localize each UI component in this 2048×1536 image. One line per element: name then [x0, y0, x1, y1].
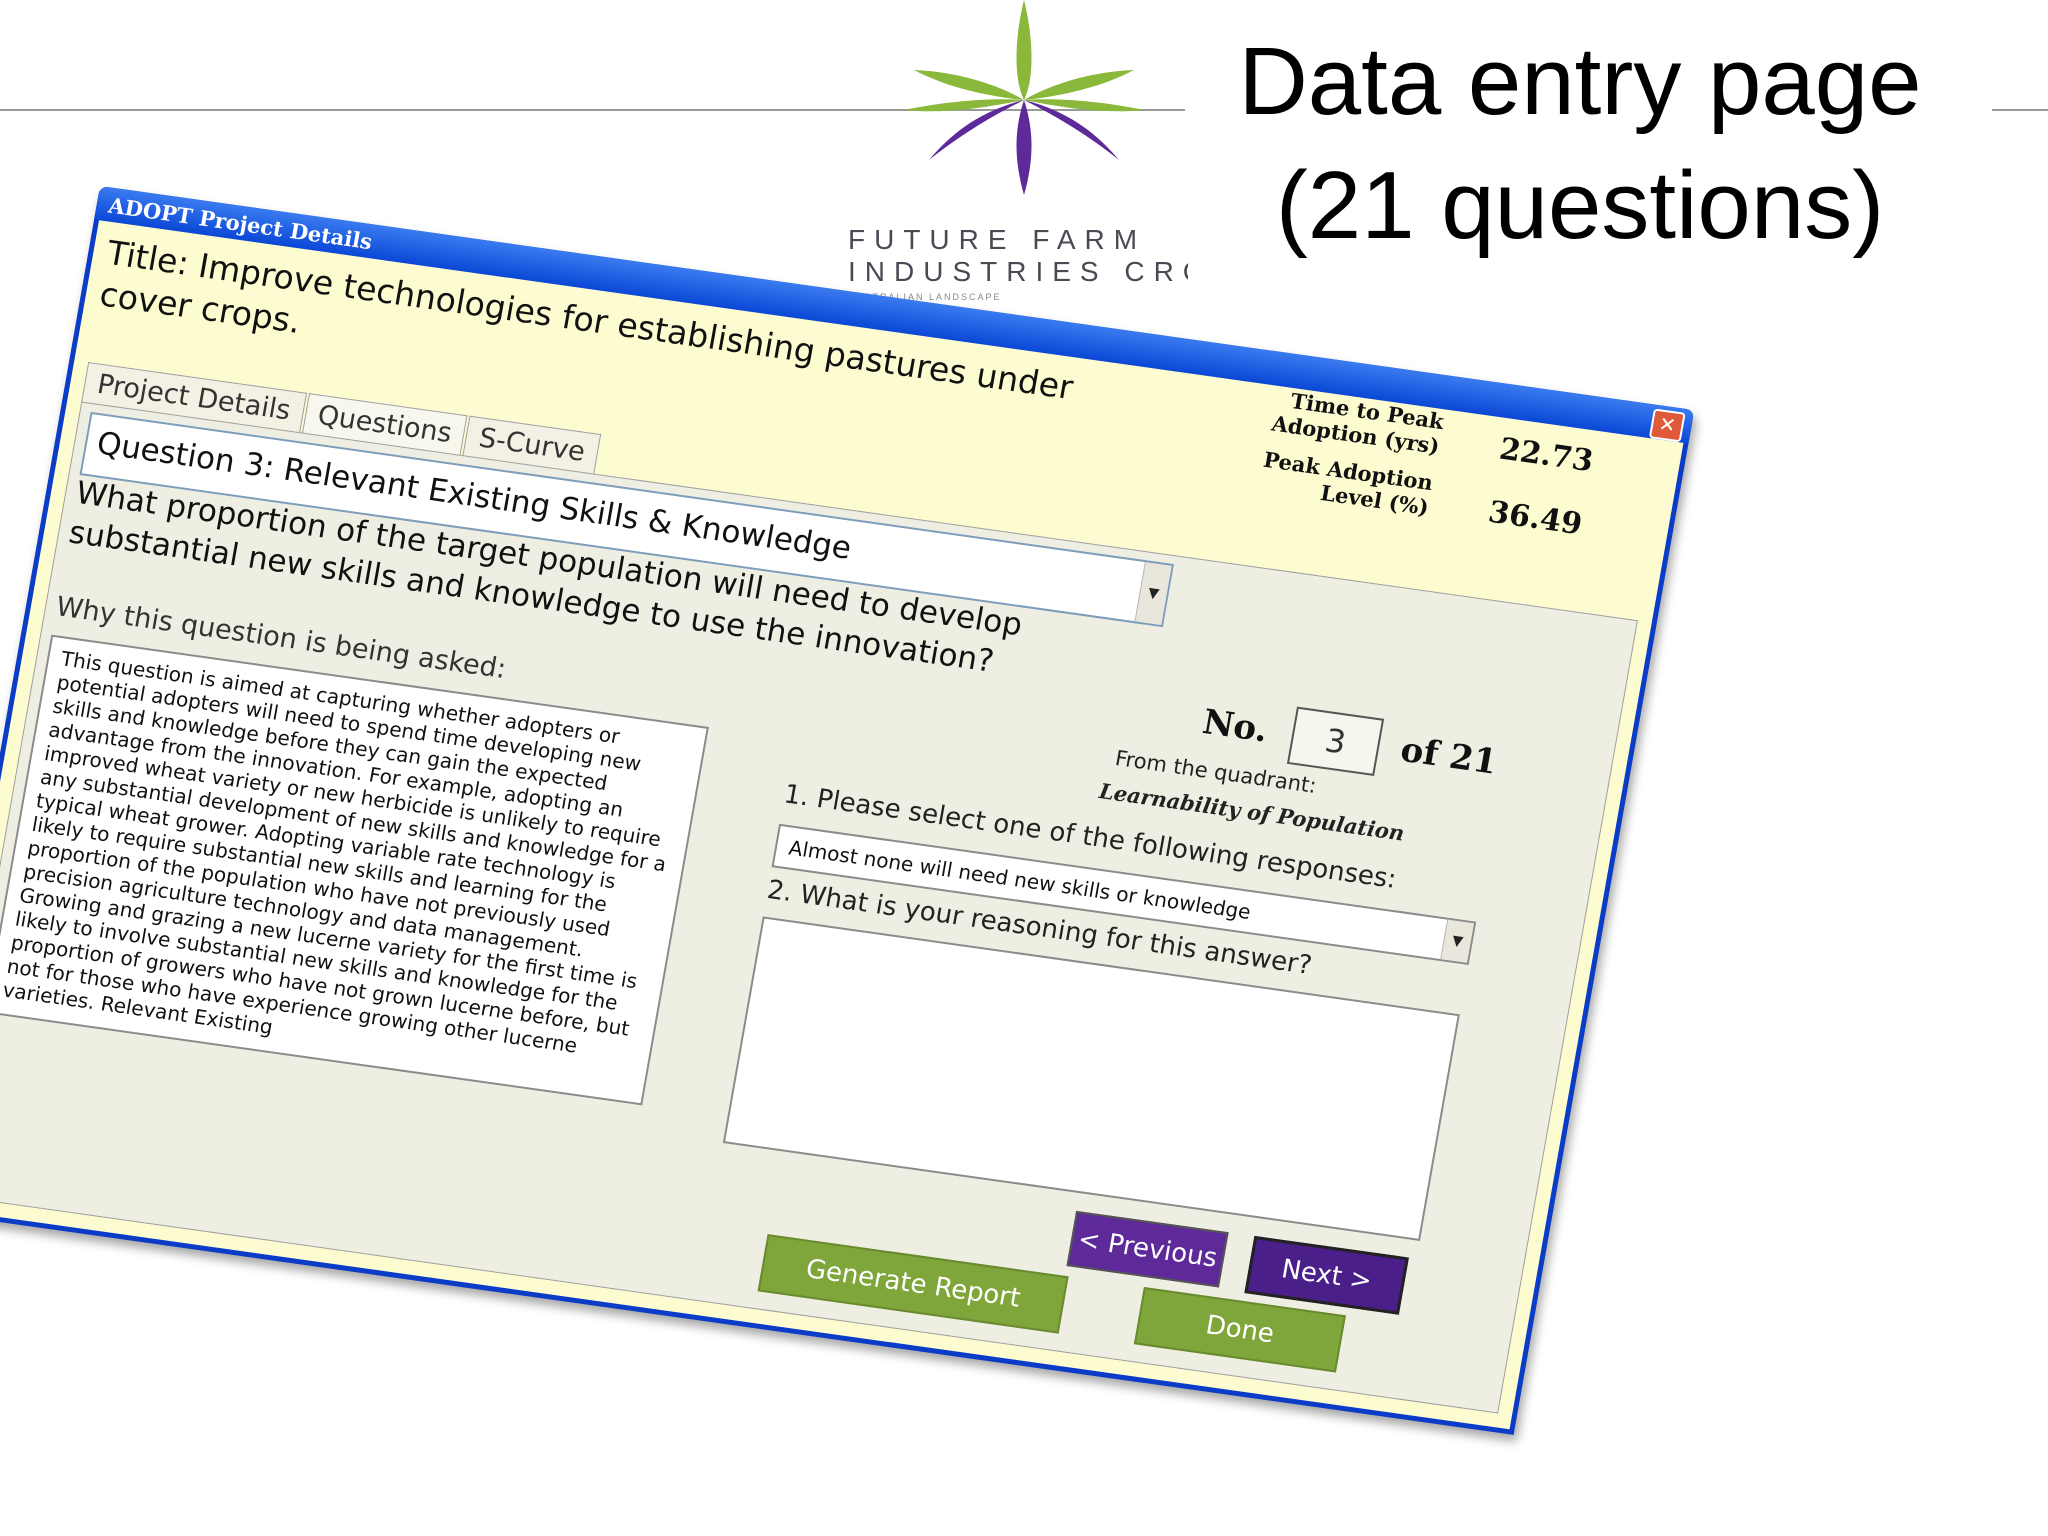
dialog-client: Title: Improve technologies for establis…: [0, 220, 1684, 1430]
chevron-down-icon[interactable]: ▼: [1440, 919, 1474, 963]
why-text-box[interactable]: This question is aimed at capturing whet…: [0, 634, 709, 1106]
logo-text-line-2: INDUSTRIES CRC: [848, 256, 1188, 287]
peak-adoption-value: 36.49: [1485, 494, 1585, 543]
questions-panel: Question 3: Relevant Existing Skills & K…: [0, 401, 1638, 1414]
close-icon[interactable]: ✕: [1648, 408, 1686, 443]
header-rule-right: [1992, 109, 2048, 111]
time-to-peak-label: Time to Peak Adoption (yrs): [1259, 384, 1446, 459]
generate-report-button[interactable]: Generate Report: [757, 1234, 1069, 1334]
slide-title: Data entry page (21 questions): [1238, 28, 1922, 259]
time-to-peak-value: 22.73: [1496, 431, 1596, 480]
peak-adoption-label: Peak Adoption Level (%): [1248, 446, 1435, 520]
previous-button[interactable]: < Previous: [1066, 1210, 1229, 1288]
adopt-dialog: ADOPT Project Details ✕ Title: Improve t…: [0, 186, 1695, 1435]
dialog-window: ADOPT Project Details ✕ Title: Improve t…: [0, 186, 1695, 1435]
question-number-field[interactable]: 3: [1286, 706, 1385, 777]
question-number-label: No.: [1199, 702, 1271, 751]
why-text: This question is aimed at capturing whet…: [0, 646, 669, 1058]
question-total-label: of 21: [1397, 729, 1501, 783]
chevron-down-icon[interactable]: ▼: [1134, 562, 1172, 625]
next-button[interactable]: Next >: [1244, 1235, 1409, 1315]
reasoning-textarea[interactable]: [722, 916, 1460, 1241]
logo-text-line-1: FUTURE FARM: [848, 224, 1147, 255]
